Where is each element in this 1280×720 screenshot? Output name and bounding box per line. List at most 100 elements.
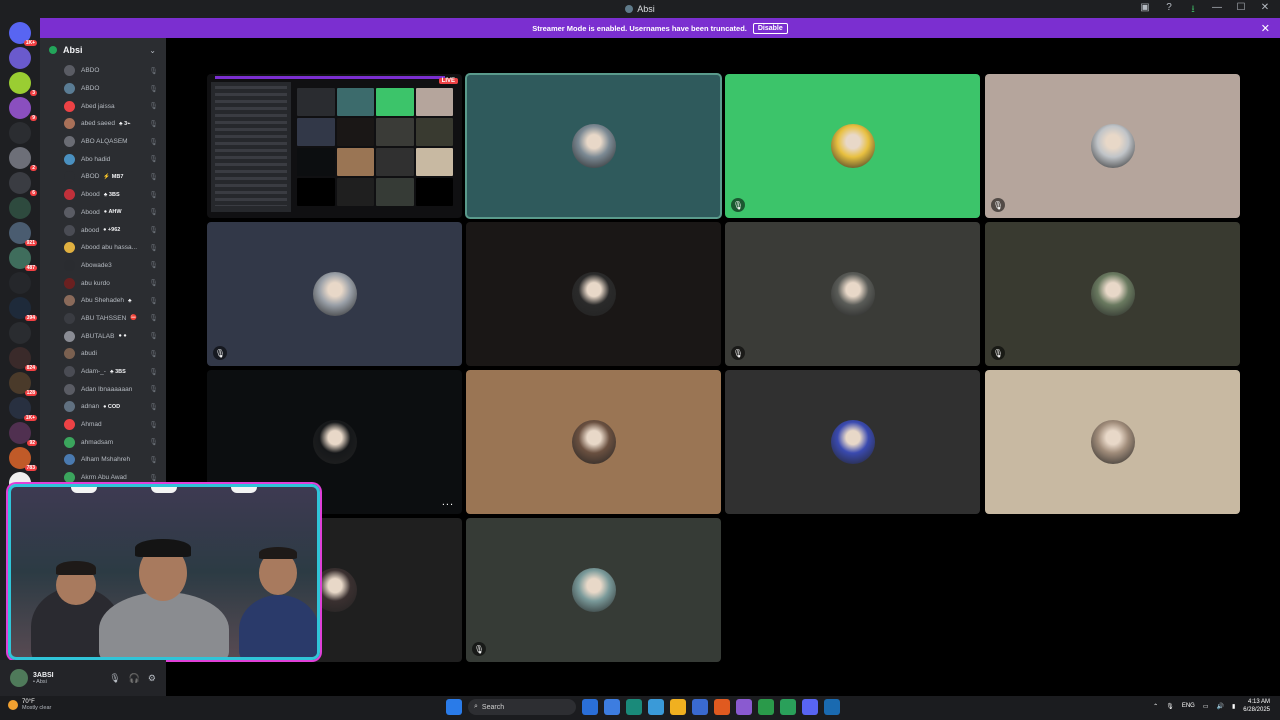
server-icon[interactable]: 824 — [9, 347, 37, 371]
screenshare-tile[interactable]: LIVE — [207, 74, 462, 218]
taskbar-app-icon[interactable] — [648, 699, 664, 715]
voice-member[interactable]: abudi 🎙 — [40, 345, 166, 363]
member-name: ABDO — [81, 67, 100, 75]
voice-member[interactable]: Abu Shehadeh ♣ 🎙 — [40, 292, 166, 310]
server-icon[interactable]: 487 — [9, 247, 37, 271]
taskbar-app-icon[interactable] — [582, 699, 598, 715]
voice-member[interactable]: ABDO 🎙 — [40, 80, 166, 98]
microphone-icon[interactable]: 🎙 — [109, 673, 120, 684]
participant-tile[interactable] — [466, 370, 721, 514]
muted-mic-icon: 🎙 — [472, 642, 486, 656]
help-icon[interactable]: ? — [1162, 2, 1176, 19]
language-indicator[interactable]: ENG — [1182, 703, 1195, 709]
server-icon[interactable] — [9, 197, 31, 219]
avatar — [571, 272, 616, 316]
weather-widget[interactable]: 70°F Mostly clear — [8, 699, 51, 711]
participant-tile[interactable]: 🎙 — [466, 518, 721, 662]
server-icon[interactable]: 394 — [9, 297, 37, 321]
server-icon[interactable] — [9, 47, 31, 69]
voice-member[interactable]: ABOD ⚡ MB7 🎙 — [40, 168, 166, 186]
server-icon[interactable]: 9 — [9, 97, 37, 121]
taskbar-app-icon[interactable] — [736, 699, 752, 715]
voice-member[interactable]: Abood abu hassa... 🎙 — [40, 239, 166, 257]
server-icon[interactable]: 6 — [9, 172, 37, 196]
voice-member[interactable]: Adam-_- ♣ 3BS 🎙 — [40, 363, 166, 381]
close-icon[interactable]: ✕ — [1261, 22, 1270, 35]
search-box[interactable]: ⌕ Search — [468, 699, 576, 715]
taskbar-app-icon[interactable] — [714, 699, 730, 715]
chevron-up-icon[interactable]: ⌃ — [1153, 703, 1158, 710]
voice-member[interactable]: Adan Ibnaaaaaan 🎙 — [40, 380, 166, 398]
voice-member[interactable]: Alham Mshahreh 🎙 — [40, 451, 166, 469]
participant-tile[interactable] — [466, 222, 721, 366]
voice-member[interactable]: ahmadsam 🎙 — [40, 433, 166, 451]
server-icon[interactable]: 92 — [9, 422, 37, 446]
voice-channel-header[interactable]: Absi ⌄ — [40, 38, 166, 62]
server-icon[interactable]: 2 — [9, 147, 37, 171]
server-icon[interactable] — [9, 322, 31, 344]
voice-member[interactable]: abed saeed ♣ 3⌁ 🎙 — [40, 115, 166, 133]
voice-member[interactable]: abu kurdo 🎙 — [40, 274, 166, 292]
voice-member[interactable]: Abowade3 🎙 — [40, 257, 166, 275]
server-icon[interactable]: 921 — [9, 222, 37, 246]
voice-member[interactable]: ABO ALQASEM 🎙 — [40, 133, 166, 151]
voice-member[interactable]: Abed jaissa 🎙 — [40, 97, 166, 115]
member-name: Abood — [81, 191, 100, 199]
participant-tile[interactable]: 🎙 — [985, 74, 1240, 218]
voice-member[interactable]: ABDO 🎙 — [40, 62, 166, 80]
minimize-icon[interactable]: — — [1210, 2, 1224, 19]
unread-badge: 9 — [30, 115, 37, 121]
voice-member[interactable]: Abood ● AHW 🎙 — [40, 204, 166, 222]
voice-member[interactable]: ABU TAHSSEN ⛔ 🎙 — [40, 310, 166, 328]
taskbar-app-icon[interactable] — [824, 699, 840, 715]
member-name: Abed jaissa — [81, 102, 115, 110]
server-icon[interactable] — [9, 272, 31, 294]
start-icon[interactable] — [446, 699, 462, 715]
participant-tile[interactable]: 🎙 — [725, 74, 980, 218]
avatar[interactable] — [10, 669, 28, 687]
chevron-down-icon[interactable]: ⌄ — [149, 46, 156, 55]
participant-tile[interactable]: 🎙 — [207, 222, 462, 366]
battery-icon[interactable]: ▮ — [1232, 703, 1235, 710]
taskbar-app-icon[interactable] — [692, 699, 708, 715]
server-icon[interactable]: 128 — [9, 372, 37, 396]
disable-button[interactable]: Disable — [752, 22, 788, 34]
member-name: Abood — [81, 208, 100, 216]
voice-member[interactable]: Abood ♣ 3BS 🎙 — [40, 186, 166, 204]
taskbar-app-icon[interactable] — [670, 699, 686, 715]
taskbar-app-icon[interactable] — [802, 699, 818, 715]
user-info[interactable]: 3ABSI • Absi — [33, 672, 54, 685]
participant-tile[interactable] — [985, 370, 1240, 514]
download-icon[interactable]: ⭳ — [1186, 2, 1200, 19]
server-icon[interactable]: 1K+ — [9, 397, 37, 421]
voice-member[interactable]: adnan ● COD 🎙 — [40, 398, 166, 416]
participant-tile[interactable]: 🎙 — [725, 222, 980, 366]
participant-tile[interactable] — [725, 370, 980, 514]
server-icon[interactable]: 1K+ — [9, 22, 37, 46]
volume-icon[interactable]: 🔊 — [1217, 703, 1224, 710]
clock[interactable]: 4:13 AM 6/28/2025 — [1243, 698, 1270, 714]
taskbar-app-icon[interactable] — [604, 699, 620, 715]
cast-icon[interactable]: ▣ — [1138, 2, 1152, 19]
maximize-icon[interactable]: ☐ — [1234, 2, 1248, 19]
close-icon[interactable]: ✕ — [1258, 2, 1272, 19]
voice-member[interactable]: ABUTALAB ● ● 🎙 — [40, 327, 166, 345]
microphone-icon[interactable]: 🎙 — [1166, 703, 1174, 710]
voice-member[interactable]: abood ● +962 🎙 — [40, 221, 166, 239]
server-icon[interactable] — [9, 122, 31, 144]
settings-gear-icon[interactable]: ⚙ — [148, 673, 156, 684]
server-icon[interactable]: 783 — [9, 447, 37, 471]
taskbar-app-icon[interactable] — [758, 699, 774, 715]
muted-mic-icon: 🎙 — [149, 209, 158, 217]
taskbar-app-icon[interactable] — [780, 699, 796, 715]
taskbar-app-icon[interactable] — [626, 699, 642, 715]
participant-tile[interactable] — [465, 73, 722, 219]
voice-member[interactable]: Abo hadid 🎙 — [40, 150, 166, 168]
headphones-icon[interactable]: 🎧 — [129, 673, 140, 684]
server-icon[interactable]: 3 — [9, 72, 37, 96]
participant-tile[interactable]: 🎙 — [985, 222, 1240, 366]
network-icon[interactable]: ▭ — [1203, 703, 1209, 710]
more-options-icon[interactable]: ... — [442, 496, 454, 508]
avatar — [64, 436, 75, 448]
voice-member[interactable]: Ahmad 🎙 — [40, 416, 166, 434]
